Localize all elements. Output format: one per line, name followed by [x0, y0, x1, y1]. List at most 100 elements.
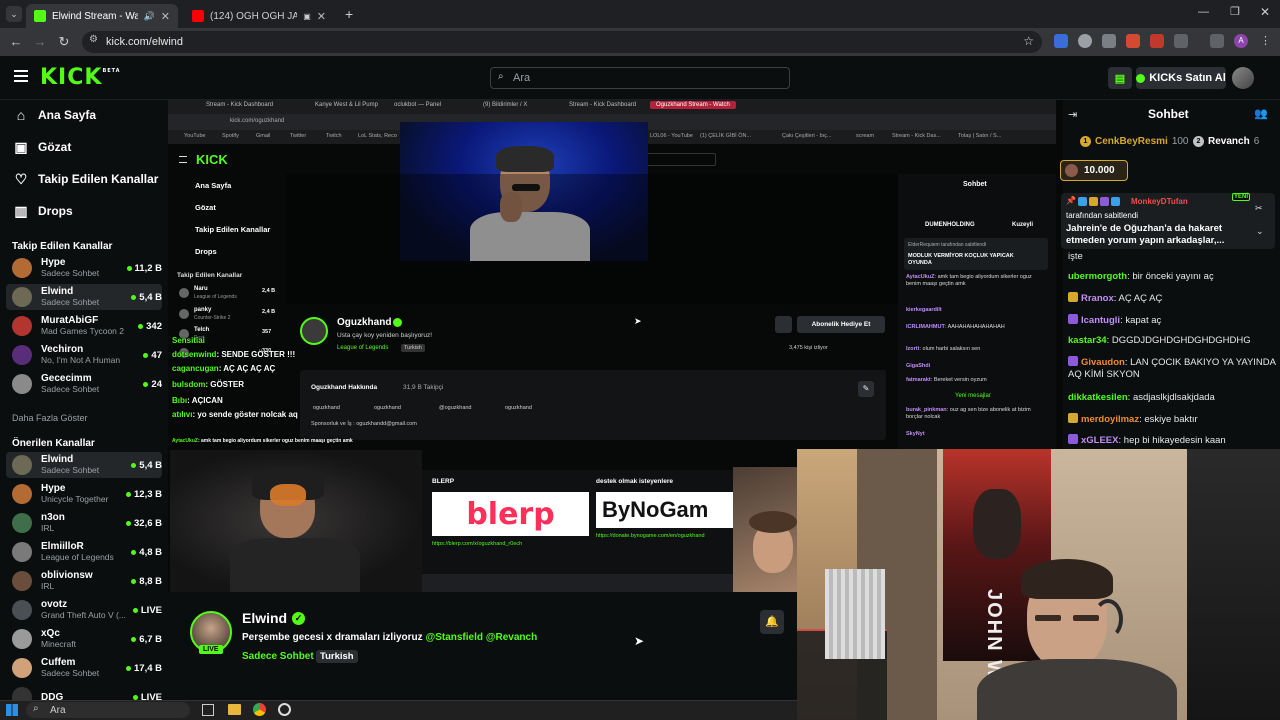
mention-revanch[interactable]: @Revanch — [486, 632, 537, 643]
sidebar-channel-elwind[interactable]: Elwind Sadece Sohbet 5,4 B — [6, 284, 162, 310]
kicks-wallet-button[interactable]: ▤ — [1108, 67, 1132, 89]
tab-close-icon[interactable]: ✕ — [317, 10, 326, 23]
sidebar-channel-muratabigf[interactable]: MuratAbiGF Mad Games Tycoon 2 342 — [6, 313, 162, 339]
chat-message[interactable]: kastar34: DGGDJDGHDGHDGHDGHDHG — [1068, 335, 1276, 347]
sidebar-channel-elmiillor[interactable]: ElmiilloR League of Legends 4,8 B — [6, 539, 162, 565]
browser-menu-icon[interactable]: ⋮ — [1260, 34, 1271, 47]
top-gifter-1[interactable]: 1 CenkBeyResmi 100 — [1080, 136, 1189, 147]
chat-message[interactable]: merdoyilmaz: eskiye baktır — [1068, 413, 1276, 426]
viewer-count: 5,4 B — [131, 460, 162, 471]
extension-icon[interactable] — [1078, 34, 1092, 48]
restore-icon[interactable]: ❐ — [1230, 5, 1240, 18]
chat-username[interactable]: ubermorgoth — [1068, 271, 1127, 282]
stream-tag[interactable]: Turkish — [316, 650, 358, 663]
notification-bell-button[interactable]: 🔔 — [760, 610, 784, 634]
reload-icon[interactable]: ↻ — [54, 32, 74, 52]
site-info-icon[interactable]: ⚙ — [89, 34, 98, 45]
channel-text: MuratAbiGF Mad Games Tycoon 2 — [41, 315, 138, 337]
unpin-icon[interactable]: ✂ — [1255, 203, 1263, 214]
chat-username[interactable]: Givaudon — [1081, 357, 1125, 368]
inner-social-link: oguzkhand — [374, 405, 401, 411]
channel-name: Gececimm — [41, 373, 92, 384]
windows-start-icon[interactable] — [6, 704, 18, 716]
hamburger-menu-icon[interactable] — [14, 70, 28, 82]
chat-message[interactable]: Givaudon: LAN ÇOCIK BAKIYO YA YAYINDA AQ… — [1068, 356, 1276, 381]
channel-text: Hype Sadece Sohbet — [41, 257, 127, 279]
extension-icon[interactable] — [1054, 34, 1068, 48]
sidebar-channel-elwind[interactable]: Elwind Sadece Sohbet 5,4 B — [6, 452, 162, 478]
sidebar-nav-browse[interactable]: ▣ Gözat — [14, 136, 71, 158]
chrome-icon[interactable] — [253, 703, 266, 716]
bookmark-star-icon[interactable]: ☆ — [1023, 34, 1034, 48]
sidebar-nav-heart[interactable]: ♡ Takip Edilen Kanallar — [14, 168, 159, 190]
new-tab-button[interactable]: + — [345, 6, 353, 22]
chat-username[interactable]: xGLEEX — [1081, 435, 1119, 446]
overlay-chat-line: bulsdom: GÖSTER — [172, 380, 244, 389]
chat-text: eskiye baktır — [1144, 414, 1198, 425]
sidebar-nav-drops[interactable]: ▥ Drops — [14, 200, 72, 222]
profile-avatar[interactable]: A — [1234, 34, 1248, 48]
sidebar-channel-hype[interactable]: Hype Unicycle Together 12,3 B — [6, 481, 162, 507]
chat-message[interactable]: Icantugli: kapat aç — [1068, 314, 1276, 327]
extensions-puzzle-icon[interactable] — [1174, 34, 1188, 48]
viewer-count: 32,6 B — [126, 518, 162, 529]
show-more-link[interactable]: Daha Fazla Göster — [12, 413, 88, 423]
overlay-chat-line: Sensitiai — [172, 336, 205, 345]
chat-text: AÇ AÇ AÇ — [1118, 293, 1163, 304]
chat-username[interactable]: kastar34 — [1068, 335, 1107, 346]
chat-message[interactable]: işte — [1068, 251, 1276, 263]
overlay-chat-user: bulsdom — [172, 380, 206, 389]
top-gifter-2[interactable]: 2 Revanch 6 — [1193, 136, 1259, 147]
chat-message[interactable]: Rranox: AÇ AÇ AÇ — [1068, 292, 1276, 305]
extension-icon[interactable] — [1102, 34, 1116, 48]
tab-close-icon[interactable]: ✕ — [161, 10, 170, 23]
stream-category[interactable]: Sadece Sohbet — [242, 651, 314, 662]
sidebar-channel-hype[interactable]: Hype Sadece Sohbet 11,2 B — [6, 255, 162, 281]
kick-logo[interactable]: KICKBETA — [40, 65, 121, 90]
forward-icon[interactable]: → — [30, 32, 50, 52]
chat-username[interactable]: Rranox — [1081, 293, 1114, 304]
inner-category: League of Legends — [337, 345, 389, 351]
sidebar-channel-vechiron[interactable]: Vechiron No, I'm Not A Human 47 — [6, 342, 162, 368]
buy-kicks-button[interactable]: KICKs Satın Al — [1136, 67, 1226, 89]
reading-list-icon[interactable] — [1210, 34, 1224, 48]
sidebar-channel-n3on[interactable]: n3on IRL 32,6 B — [6, 510, 162, 536]
chat-username[interactable]: merdoyilmaz — [1081, 414, 1139, 425]
collapse-chat-icon[interactable]: ⇥ — [1068, 108, 1077, 121]
obs-icon[interactable] — [278, 703, 291, 716]
tab-elwind[interactable]: Elwind Stream - Watch Live 🔊 ✕ — [26, 4, 178, 28]
streamer-name[interactable]: Elwind — [242, 610, 287, 626]
inner-followed-title: Takip Edilen Kanallar — [177, 272, 243, 279]
tab-youtube[interactable]: (124) OĞH OĞH JAHREIN Ç ▣ ✕ — [184, 4, 334, 28]
sidebar-channel-cuffem[interactable]: Cuffem Sadece Sohbet 17,4 B — [6, 655, 162, 681]
chat-message[interactable]: dikkatkesilen: asdjaslkjdlsakjdada — [1068, 392, 1276, 404]
sidebar-channel-ovotz[interactable]: ovotz Grand Theft Auto V (... LIVE — [6, 597, 162, 623]
tab-audio-icon[interactable]: 🔊 — [144, 11, 155, 22]
file-explorer-icon[interactable] — [228, 704, 241, 715]
user-avatar[interactable] — [1232, 67, 1254, 89]
sidebar-channel-xqc[interactable]: xQc Minecraft 6,7 B — [6, 626, 162, 652]
minimize-icon[interactable]: — — [1198, 6, 1209, 18]
task-view-icon[interactable] — [202, 704, 214, 716]
mention-stansfield[interactable]: @Stansfield — [425, 632, 483, 643]
chat-message[interactable]: xGLEEX: hep bi hikayedesin kaan — [1068, 434, 1276, 447]
sidebar-nav-home[interactable]: ⌂ Ana Sayfa — [14, 104, 96, 126]
chat-users-icon[interactable]: 👥 — [1254, 107, 1268, 120]
back-icon[interactable]: ← — [6, 32, 26, 52]
close-window-icon[interactable]: ✕ — [1260, 5, 1270, 19]
kicks-gift-chip[interactable]: 10.000 — [1060, 160, 1128, 181]
sidebar-channel-oblivionsw[interactable]: oblivionsw IRL 8,8 B — [6, 568, 162, 594]
tab-search-icon[interactable]: ⌄ — [6, 6, 22, 22]
address-bar[interactable]: ⚙ kick.com/elwind ☆ — [82, 31, 1042, 53]
chat-username[interactable]: Icantugli — [1081, 315, 1120, 326]
sidebar-channel-gececimm[interactable]: Gececimm Sadece Sohbet 24 — [6, 371, 162, 397]
inner-chat-message: burak_pinkman: ouz ag sen bize abonelik … — [906, 407, 1042, 421]
search-input[interactable]: ⌕ Ara — [490, 67, 790, 89]
chat-username[interactable]: dikkatkesilen — [1068, 392, 1128, 403]
taskbar-search[interactable]: ⌕ Ara — [26, 702, 190, 718]
pinned-user[interactable]: MonkeyDTufan — [1131, 197, 1188, 206]
chat-message[interactable]: ubermorgoth: bir önceki yayını aç — [1068, 271, 1276, 283]
expand-pinned-icon[interactable]: ⌄ — [1256, 226, 1264, 237]
extension-icon[interactable] — [1150, 34, 1164, 48]
extension-icon[interactable] — [1126, 34, 1140, 48]
